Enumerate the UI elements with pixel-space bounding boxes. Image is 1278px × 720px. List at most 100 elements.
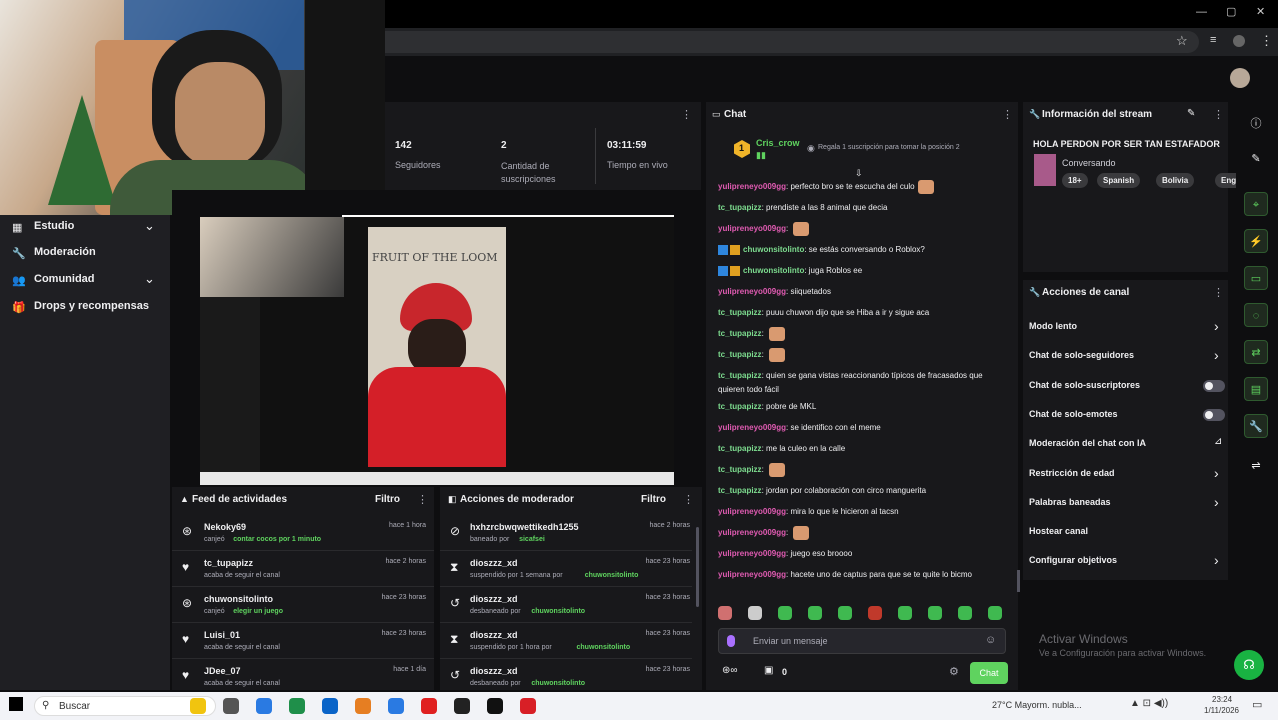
channel-action-item[interactable]: Modo lento › <box>1023 316 1228 340</box>
share-button[interactable]: ⇌ <box>1244 454 1268 478</box>
chat-message[interactable]: tc_tupapizz: puuu chuwon dijo que se Hib… <box>718 304 1010 324</box>
points-icon[interactable]: ⊛∞ <box>722 665 738 676</box>
chat-username[interactable]: yulipreneyo009gg <box>718 528 786 537</box>
more-options-icon[interactable]: ⋮ <box>683 493 694 506</box>
chat-message[interactable]: yulipreneyo009gg: mira lo que le hiciero… <box>718 503 1010 523</box>
mod-target-user[interactable]: dioszzz_xd <box>470 594 518 604</box>
stream-category[interactable]: Conversando <box>1062 158 1116 168</box>
chat-username[interactable]: yulipreneyo009gg <box>718 507 786 516</box>
activity-item[interactable]: ♥ tc_tupapizz hace 2 horas acaba de seguir … <box>172 553 434 587</box>
scrollbar[interactable] <box>1017 570 1020 592</box>
chat-username[interactable]: chuwonsitolinto <box>743 266 804 275</box>
media-icon[interactable]: ≡ <box>1210 34 1216 46</box>
activity-user[interactable]: tc_tupapizz <box>204 558 253 568</box>
mod-action-by[interactable]: chuwonsitolinto <box>577 644 631 651</box>
stream-tag[interactable]: 18+ <box>1062 173 1088 188</box>
mod-action-item[interactable]: ↺ dioszzz_xd hace 23 horas desbaneado por ch… <box>440 661 692 695</box>
chat-message[interactable]: chuwonsitolinto: se estás conversando o … <box>718 241 1010 261</box>
activity-user[interactable]: chuwonsitolinto <box>204 594 273 604</box>
mod-action-by[interactable]: chuwonsitolinto <box>531 608 585 615</box>
bits-icon[interactable]: ▣ <box>764 665 773 676</box>
taskbar-app-icon[interactable] <box>190 698 206 714</box>
chat-message[interactable]: yulipreneyo009gg: <box>718 220 1010 240</box>
raid-button[interactable]: ⇄ <box>1244 340 1268 364</box>
settings-gear-icon[interactable]: ⚙ <box>949 665 959 678</box>
chat-message[interactable]: yulipreneyo009gg: hacete uno de captus p… <box>718 566 1010 586</box>
channel-action-item[interactable]: Palabras baneadas › <box>1023 492 1228 516</box>
profile-icon[interactable] <box>1233 35 1245 47</box>
chat-message[interactable]: yulipreneyo009gg: se identifico con el m… <box>718 419 1010 439</box>
activity-item[interactable]: ⊛ Nekoky69 hace 1 hora canjeó contar cocos p… <box>172 517 434 551</box>
sidebar-item-studio[interactable]: ▦ Estudio ⌄ <box>12 218 162 240</box>
stream-tag[interactable]: Bolivia <box>1156 173 1195 188</box>
mod-action-item[interactable]: ⧗ dioszzz_xd hace 23 horas suspendido por 1… <box>440 553 692 587</box>
chat-message[interactable]: yulipreneyo009gg: <box>718 524 1010 544</box>
minimize-button[interactable]: — <box>1196 6 1207 18</box>
chat-username[interactable]: tc_tupapizz <box>718 444 762 453</box>
mod-action-item[interactable]: ⧗ dioszzz_xd hace 23 horas suspendido por 1… <box>440 625 692 659</box>
emote-quick-icon[interactable] <box>928 606 942 620</box>
channel-action-item[interactable]: Hostear canal <box>1023 521 1228 545</box>
mod-target-user[interactable]: dioszzz_xd <box>470 630 518 640</box>
toggle-switch[interactable] <box>1203 408 1225 421</box>
chat-bubble-button[interactable]: ◌ <box>1244 303 1268 327</box>
sidebar-item-community[interactable]: 👥 Comunidad ⌄ <box>12 271 162 293</box>
taskbar-app-icon[interactable] <box>355 698 371 714</box>
clip-button[interactable]: ▭ <box>1244 266 1268 290</box>
bookmark-star-icon[interactable]: ☆ <box>1176 33 1188 49</box>
chat-username[interactable]: yulipreneyo009gg <box>718 423 786 432</box>
chat-message[interactable]: chuwonsitolinto: juga Roblos ee <box>718 262 1010 282</box>
chat-username[interactable]: yulipreneyo009gg <box>718 224 786 233</box>
chat-username[interactable]: chuwonsitolinto <box>743 245 804 254</box>
activity-item[interactable]: ♥ JDee_07 hace 1 día acaba de seguir el can… <box>172 661 434 695</box>
mod-action-by[interactable]: sicafsei <box>519 536 545 543</box>
chat-username[interactable]: tc_tupapizz <box>718 350 762 359</box>
chart-icon[interactable]: ⊿ <box>1214 436 1222 447</box>
lightning-button[interactable]: ⚡ <box>1244 229 1268 253</box>
windows-start-icon[interactable] <box>9 697 23 711</box>
maximize-button[interactable]: ▢ <box>1226 5 1236 18</box>
weather-text[interactable]: 27°C Mayorm. nubla... <box>992 700 1082 710</box>
more-options-icon[interactable]: ⋮ <box>1213 286 1224 299</box>
ad-button[interactable]: ▤ <box>1244 377 1268 401</box>
chat-username[interactable]: tc_tupapizz <box>718 465 762 474</box>
emote-quick-icon[interactable] <box>718 606 732 620</box>
chat-message[interactable]: yulipreneyo009gg: perfecto bro se te esc… <box>718 178 1010 198</box>
emote-quick-icon[interactable] <box>898 606 912 620</box>
channel-action-item[interactable]: Chat de solo-suscriptores <box>1023 375 1228 399</box>
chat-username[interactable]: tc_tupapizz <box>718 308 762 317</box>
chat-message[interactable]: tc_tupapizz: me la culeo en la calle <box>718 440 1010 460</box>
chat-username[interactable]: tc_tupapizz <box>718 329 762 338</box>
taskbar-app-icon[interactable] <box>322 698 338 714</box>
channel-action-item[interactable]: Chat de solo-seguidores › <box>1023 345 1228 369</box>
edit-pencil-icon[interactable]: ✎ <box>1187 108 1195 119</box>
tray-icons[interactable]: ▲ ⊡ ◀)) <box>1130 698 1168 709</box>
emote-quick-icon[interactable] <box>808 606 822 620</box>
more-options-icon[interactable]: ⋮ <box>1213 108 1224 121</box>
notification-icon[interactable]: ▭ <box>1252 698 1262 711</box>
stream-tag[interactable]: Spanish <box>1097 173 1141 188</box>
mod-action-item[interactable]: ↺ dioszzz_xd hace 23 horas desbaneado por ch… <box>440 589 692 623</box>
channel-action-item[interactable]: Moderación del chat con IA ⊿ <box>1023 433 1228 457</box>
taskbar-app-icon[interactable] <box>487 698 503 714</box>
chat-message[interactable]: tc_tupapizz: <box>718 325 1010 345</box>
mod-action-by[interactable]: chuwonsitolinto <box>531 680 585 687</box>
mod-action-item[interactable]: ⊘ hxhzrcbwqwettikedh1255 hace 2 horas banea… <box>440 517 692 551</box>
chat-message[interactable]: yulipreneyo009gg: juego eso broooo <box>718 545 1010 565</box>
emote-quick-icon[interactable] <box>868 606 882 620</box>
emote-quick-icon[interactable] <box>988 606 1002 620</box>
chat-message[interactable]: tc_tupapizz: prendiste a las 8 animal qu… <box>718 199 1010 219</box>
chat-username[interactable]: tc_tupapizz <box>718 402 762 411</box>
toggle-switch[interactable] <box>1203 379 1225 392</box>
chat-username[interactable]: yulipreneyo009gg <box>718 570 786 579</box>
emote-quick-icon[interactable] <box>778 606 792 620</box>
emote-quick-icon[interactable] <box>748 606 762 620</box>
activity-user[interactable]: JDee_07 <box>204 666 241 676</box>
mod-target-user[interactable]: dioszzz_xd <box>470 666 518 676</box>
emote-picker-icon[interactable]: ☺ <box>985 634 996 646</box>
stream-preview[interactable]: FRUIT OF THE LOOM <box>172 190 702 485</box>
taskbar-app-icon[interactable] <box>454 698 470 714</box>
chat-message[interactable]: tc_tupapizz: <box>718 346 1010 366</box>
channel-action-item[interactable]: Configurar objetivos › <box>1023 550 1228 574</box>
chat-send-button[interactable]: Chat <box>970 662 1008 684</box>
